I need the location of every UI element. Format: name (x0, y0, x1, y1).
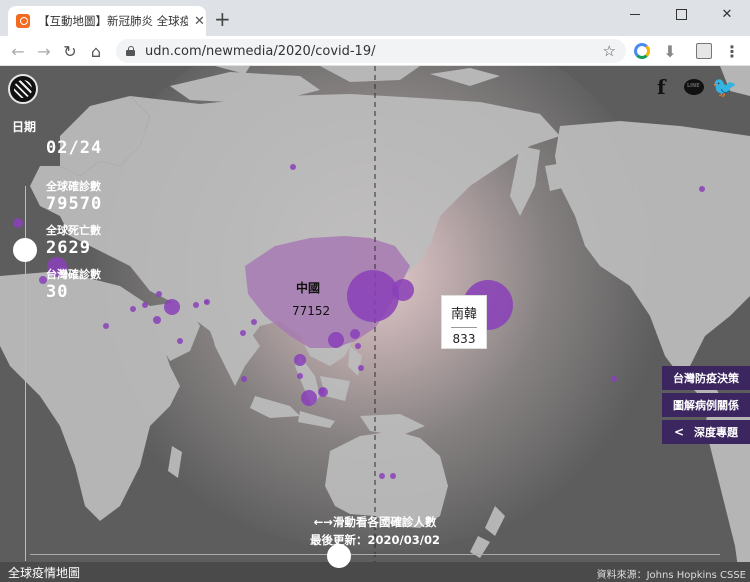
download-icon[interactable]: ⬇ (660, 41, 680, 61)
swipe-hint: ←→滑動看各國確診人數 (313, 515, 437, 529)
marker-iran[interactable] (164, 299, 180, 315)
feature-label: 深度專題 (694, 426, 739, 439)
date-slider-handle[interactable] (13, 238, 37, 262)
case-graph-button[interactable]: 圖解病例關係 (662, 393, 750, 417)
marker-china[interactable] (347, 270, 399, 322)
china-cases-value: 77152 (292, 304, 331, 318)
browser-tab[interactable]: 【互動地圖】新冠肺炎 全球疫情 ✕ (8, 6, 206, 36)
marker-thailand[interactable] (294, 354, 306, 366)
world-map[interactable] (0, 66, 750, 582)
map-page: f 🐦 日期 02/24 全球確診數 79570 全球死亡數 2629 台灣確診… (0, 66, 750, 582)
close-tab-icon[interactable]: ✕ (194, 14, 205, 29)
twitter-icon[interactable]: 🐦 (712, 75, 737, 99)
country-tooltip: 南韓 833 (441, 295, 487, 349)
taiwan-cases-value: 30 (46, 282, 69, 302)
chevron-left-icon: < (673, 425, 685, 439)
tooltip-divider (451, 327, 477, 328)
global-deaths-label: 全球死亡數 (46, 224, 101, 237)
footer-bar: 全球疫情地圖 資料來源：Johns Hopkins CSSE (0, 562, 750, 582)
marker-hongkong[interactable] (350, 329, 360, 339)
tab-bar: 【互動地圖】新冠肺炎 全球疫情 ✕ + ✕ (0, 0, 750, 36)
back-icon[interactable]: ← (8, 41, 28, 61)
reload-icon[interactable]: ↻ (60, 41, 80, 61)
case-graph-label: 圖解病例關係 (673, 399, 739, 412)
extension-icon[interactable] (634, 43, 650, 59)
facebook-icon[interactable]: f (657, 75, 666, 99)
map-pan-track[interactable] (30, 554, 720, 555)
home-icon[interactable]: ⌂ (86, 41, 106, 61)
taiwan-policy-label: 台灣防疫決策 (673, 372, 739, 385)
bookmark-star-icon[interactable]: ☆ (603, 42, 616, 60)
date-label: 日期 (12, 120, 37, 134)
tab-title: 【互動地圖】新冠肺炎 全球疫情 (38, 14, 188, 28)
marker-japan[interactable] (392, 279, 414, 301)
tooltip-cases: 833 (452, 332, 476, 346)
global-cases-value: 79570 (46, 194, 103, 214)
calendar-extension-icon[interactable] (696, 43, 712, 59)
minimize-icon[interactable] (612, 0, 658, 28)
window-controls: ✕ (612, 0, 750, 28)
last-updated: 最後更新：2020/03/02 (310, 533, 440, 547)
site-favicon-icon (16, 14, 30, 28)
marker-singapore[interactable] (301, 390, 317, 406)
maximize-icon[interactable] (658, 0, 704, 28)
browser-toolbar: ← → ↻ ⌂ udn.com/newmedia/2020/covid-19/ … (0, 36, 750, 66)
new-tab-icon[interactable]: + (214, 9, 231, 29)
date-value: 02/24 (46, 138, 103, 158)
close-window-icon[interactable]: ✕ (704, 0, 750, 28)
marker-taiwan[interactable] (328, 332, 344, 348)
tooltip-country: 南韓 (450, 307, 477, 322)
address-bar[interactable]: udn.com/newmedia/2020/covid-19/ ☆ (116, 39, 626, 63)
global-cases-label: 全球確診數 (46, 180, 101, 193)
line-icon[interactable] (684, 79, 704, 95)
taiwan-policy-button[interactable]: 台灣防疫決策 (662, 366, 750, 390)
global-deaths-value: 2629 (46, 238, 91, 258)
taiwan-cases-label: 台灣確診數 (46, 268, 101, 281)
china-label: 中國 (296, 281, 321, 295)
udn-logo-icon[interactable] (8, 74, 38, 104)
url-text: udn.com/newmedia/2020/covid-19/ (145, 43, 376, 59)
lock-icon (126, 46, 135, 56)
forward-icon[interactable]: → (34, 41, 54, 61)
footer-title: 全球疫情地圖 (8, 566, 81, 580)
menu-icon[interactable]: ⋮ (722, 41, 742, 61)
feature-button[interactable]: < 深度專題 (662, 420, 750, 444)
data-source: 資料來源：Johns Hopkins CSSE (596, 570, 746, 581)
map-pan-handle[interactable] (327, 544, 351, 568)
